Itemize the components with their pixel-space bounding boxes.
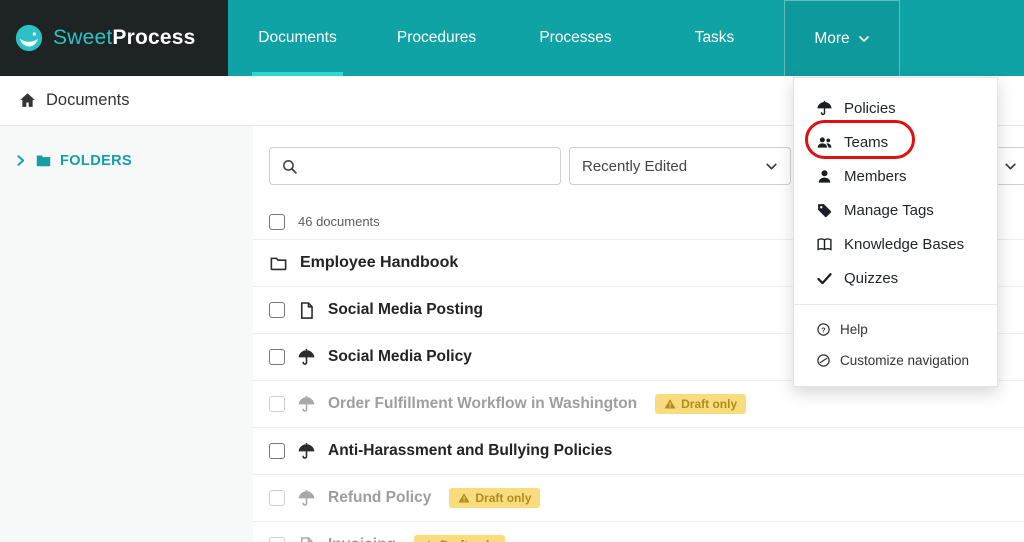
menu-item-knowledge-bases[interactable]: Knowledge Bases: [794, 227, 997, 261]
menu-item-teams[interactable]: Teams: [794, 125, 997, 159]
users-icon: [817, 136, 832, 148]
folder-title[interactable]: Employee Handbook: [300, 254, 458, 272]
menu-item-help[interactable]: ? Help: [794, 314, 997, 345]
document-title[interactable]: Order Fulfillment Workflow in Washington: [328, 395, 637, 413]
more-dropdown-menu: Policies Teams Members Manage Tags Knowl…: [793, 77, 998, 387]
tab-processes[interactable]: Processes: [506, 0, 645, 76]
document-title[interactable]: Social Media Posting: [328, 301, 483, 319]
folder-icon: [36, 155, 51, 167]
document-title[interactable]: Anti-Harassment and Bullying Policies: [328, 442, 612, 460]
draft-only-badge: Draft only: [414, 535, 506, 542]
policy-umbrella-icon: [298, 348, 315, 365]
folder-outline-icon: [270, 257, 287, 270]
search-input[interactable]: [306, 148, 560, 184]
menu-item-members[interactable]: Members: [794, 159, 997, 193]
search-icon: [283, 159, 297, 174]
chevron-down-icon: [1005, 163, 1016, 169]
sidebar-item-folders[interactable]: FOLDERS: [14, 152, 253, 169]
menu-divider: [794, 304, 997, 305]
umbrella-icon: [817, 100, 832, 115]
folders-label: FOLDERS: [60, 152, 133, 169]
slash-circle-icon: [817, 354, 830, 367]
page-title: Documents: [46, 91, 130, 109]
chevron-down-icon: [858, 35, 869, 42]
chevron-down-icon: [766, 163, 777, 169]
tab-more[interactable]: More: [784, 0, 900, 76]
menu-item-quizzes[interactable]: Quizzes: [794, 261, 997, 295]
policy-umbrella-icon: [298, 489, 315, 506]
book-open-icon: [817, 237, 832, 251]
list-item[interactable]: Anti-Harassment and Bullying Policies: [253, 428, 1024, 475]
search-box: [269, 147, 561, 185]
question-circle-icon: ?: [817, 323, 830, 336]
documents-count: 46 documents: [298, 214, 380, 229]
chevron-right-icon: [17, 155, 25, 166]
document-title[interactable]: Invoicing: [328, 536, 396, 542]
svg-text:?: ?: [821, 326, 825, 334]
tab-tasks[interactable]: Tasks: [645, 0, 784, 76]
draft-only-badge: Draft only: [449, 488, 541, 508]
document-title[interactable]: Refund Policy: [328, 489, 431, 507]
sidebar: FOLDERS: [0, 126, 253, 542]
tags-icon: [818, 203, 832, 217]
list-item[interactable]: Invoicing Draft only: [253, 522, 1024, 542]
sweetprocess-logo-icon: [15, 24, 43, 52]
top-navbar: SweetProcess Documents Procedures Proces…: [0, 0, 1024, 76]
policy-umbrella-icon: [298, 442, 315, 459]
check-icon: [817, 272, 832, 284]
logo[interactable]: SweetProcess: [0, 0, 228, 76]
row-checkbox[interactable]: [269, 443, 285, 459]
menu-item-manage-tags[interactable]: Manage Tags: [794, 193, 997, 227]
brand-name: SweetProcess: [53, 26, 196, 49]
list-item[interactable]: Order Fulfillment Workflow in Washington…: [253, 381, 1024, 428]
tab-procedures[interactable]: Procedures: [367, 0, 506, 76]
sort-selected-value: Recently Edited: [582, 157, 688, 175]
user-icon: [818, 169, 831, 183]
row-checkbox[interactable]: [269, 396, 285, 412]
more-label: More: [814, 29, 850, 47]
policy-umbrella-icon: [298, 395, 315, 412]
home-icon[interactable]: [18, 91, 37, 110]
row-checkbox[interactable]: [269, 349, 285, 365]
row-checkbox[interactable]: [269, 302, 285, 318]
sort-select[interactable]: Recently Edited: [569, 147, 791, 185]
select-all-checkbox[interactable]: [269, 213, 285, 230]
list-item[interactable]: Refund Policy Draft only: [253, 475, 1024, 522]
draft-only-badge: Draft only: [655, 394, 747, 414]
document-icon: [300, 536, 313, 542]
tab-documents[interactable]: Documents: [228, 0, 367, 76]
row-checkbox[interactable]: [269, 490, 285, 506]
document-title[interactable]: Social Media Policy: [328, 348, 472, 366]
menu-item-policies[interactable]: Policies: [794, 91, 997, 125]
document-icon: [300, 301, 313, 319]
warning-icon: [458, 493, 470, 503]
row-checkbox[interactable]: [269, 537, 285, 542]
primary-nav: Documents Procedures Processes Tasks Mor…: [228, 0, 900, 76]
warning-icon: [664, 399, 676, 409]
menu-item-customize-navigation[interactable]: Customize navigation: [794, 345, 997, 376]
app-screen: SweetProcess Documents Procedures Proces…: [0, 0, 1024, 542]
